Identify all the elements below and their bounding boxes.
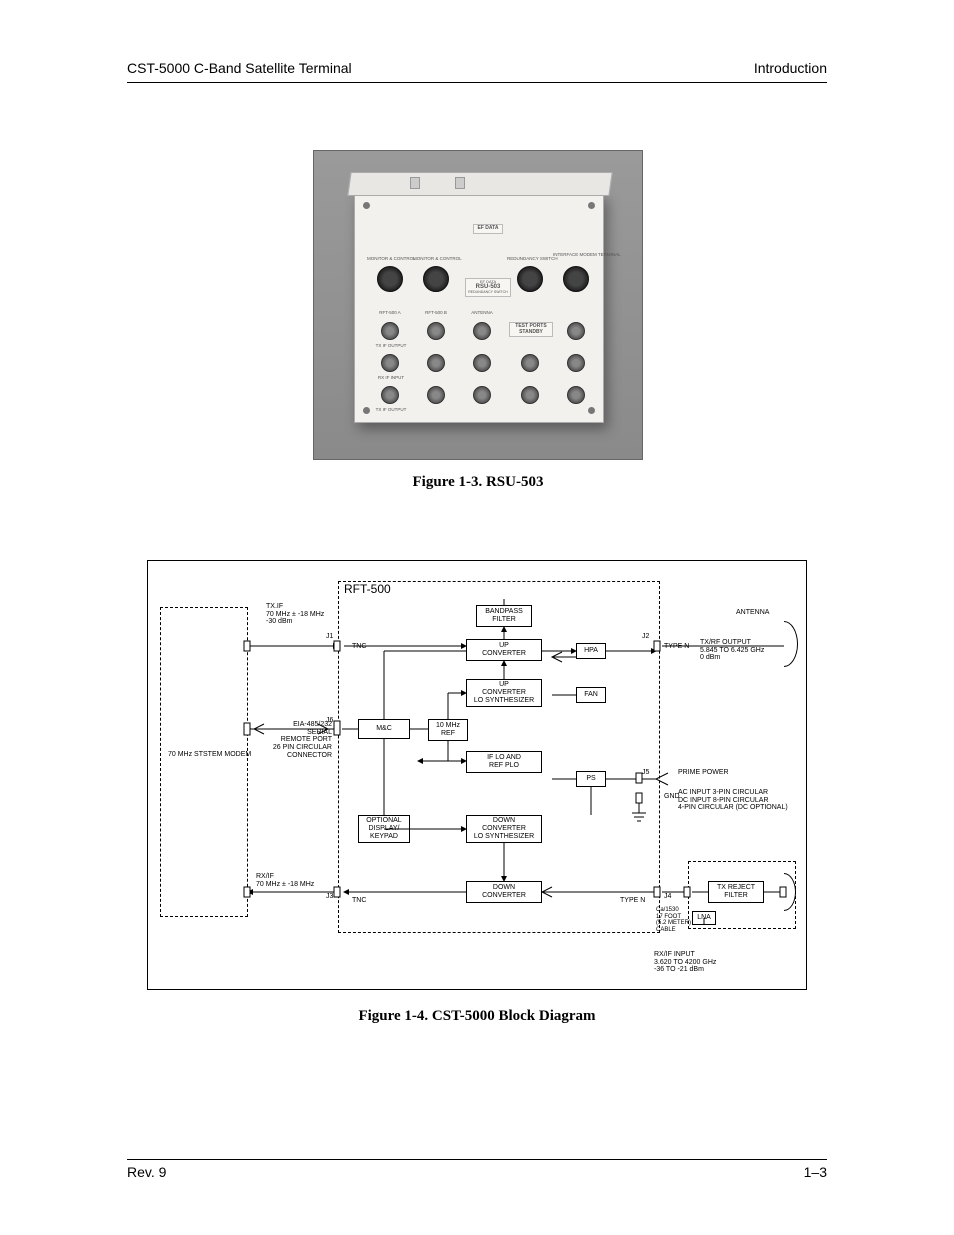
header-right: Introduction <box>754 60 827 76</box>
brand-plate: EF DATA <box>473 224 503 234</box>
header-left: CST-5000 C-Band Satellite Terminal <box>127 60 352 76</box>
figure-1-4: RFT-500 TX.IF 70 MHz ± -18 MHz -30 dBm 7… <box>127 560 827 1025</box>
page-footer: Rev. 9 1–3 <box>127 1159 827 1180</box>
wiring <box>148 561 808 991</box>
figure-1-3-caption: Figure 1-3. RSU-503 <box>313 474 643 491</box>
header-rule <box>127 82 827 83</box>
rsu-503-photo: EF DATA EF DATA RSU-503 REDUNDANCY SWITC… <box>313 150 643 460</box>
page-header: CST-5000 C-Band Satellite Terminal Intro… <box>127 60 827 80</box>
block-diagram: RFT-500 TX.IF 70 MHz ± -18 MHz -30 dBm 7… <box>147 560 807 990</box>
footer-left: Rev. 9 <box>127 1164 166 1180</box>
figure-1-3: EF DATA EF DATA RSU-503 REDUNDANCY SWITC… <box>313 150 643 460</box>
figure-1-4-caption: Figure 1-4. CST-5000 Block Diagram <box>127 1008 827 1025</box>
footer-right: 1–3 <box>804 1164 827 1180</box>
model-plate: EF DATA RSU-503 REDUNDANCY SWITCH <box>465 278 511 297</box>
rsu-503-device: EF DATA EF DATA RSU-503 REDUNDANCY SWITC… <box>354 193 604 423</box>
test-ports-plate: TEST PORTS STANDBY <box>509 322 553 337</box>
